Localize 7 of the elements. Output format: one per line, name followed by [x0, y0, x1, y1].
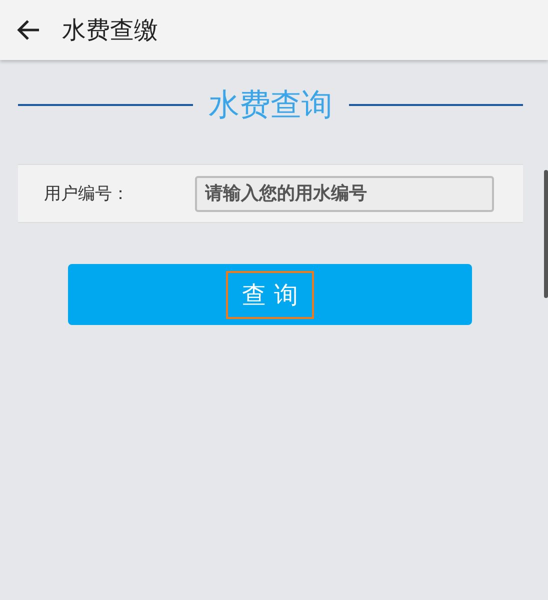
field-label: 用户编号：	[44, 183, 130, 205]
back-icon[interactable]	[16, 19, 40, 41]
scroll-bar[interactable]	[544, 170, 548, 298]
screen-title: 水费查缴	[62, 15, 158, 46]
section-title: 水费查询	[208, 86, 332, 125]
user-number-field[interactable]: 请输入您的用水编号	[195, 176, 494, 212]
query-button[interactable]: 查 询	[68, 264, 472, 325]
